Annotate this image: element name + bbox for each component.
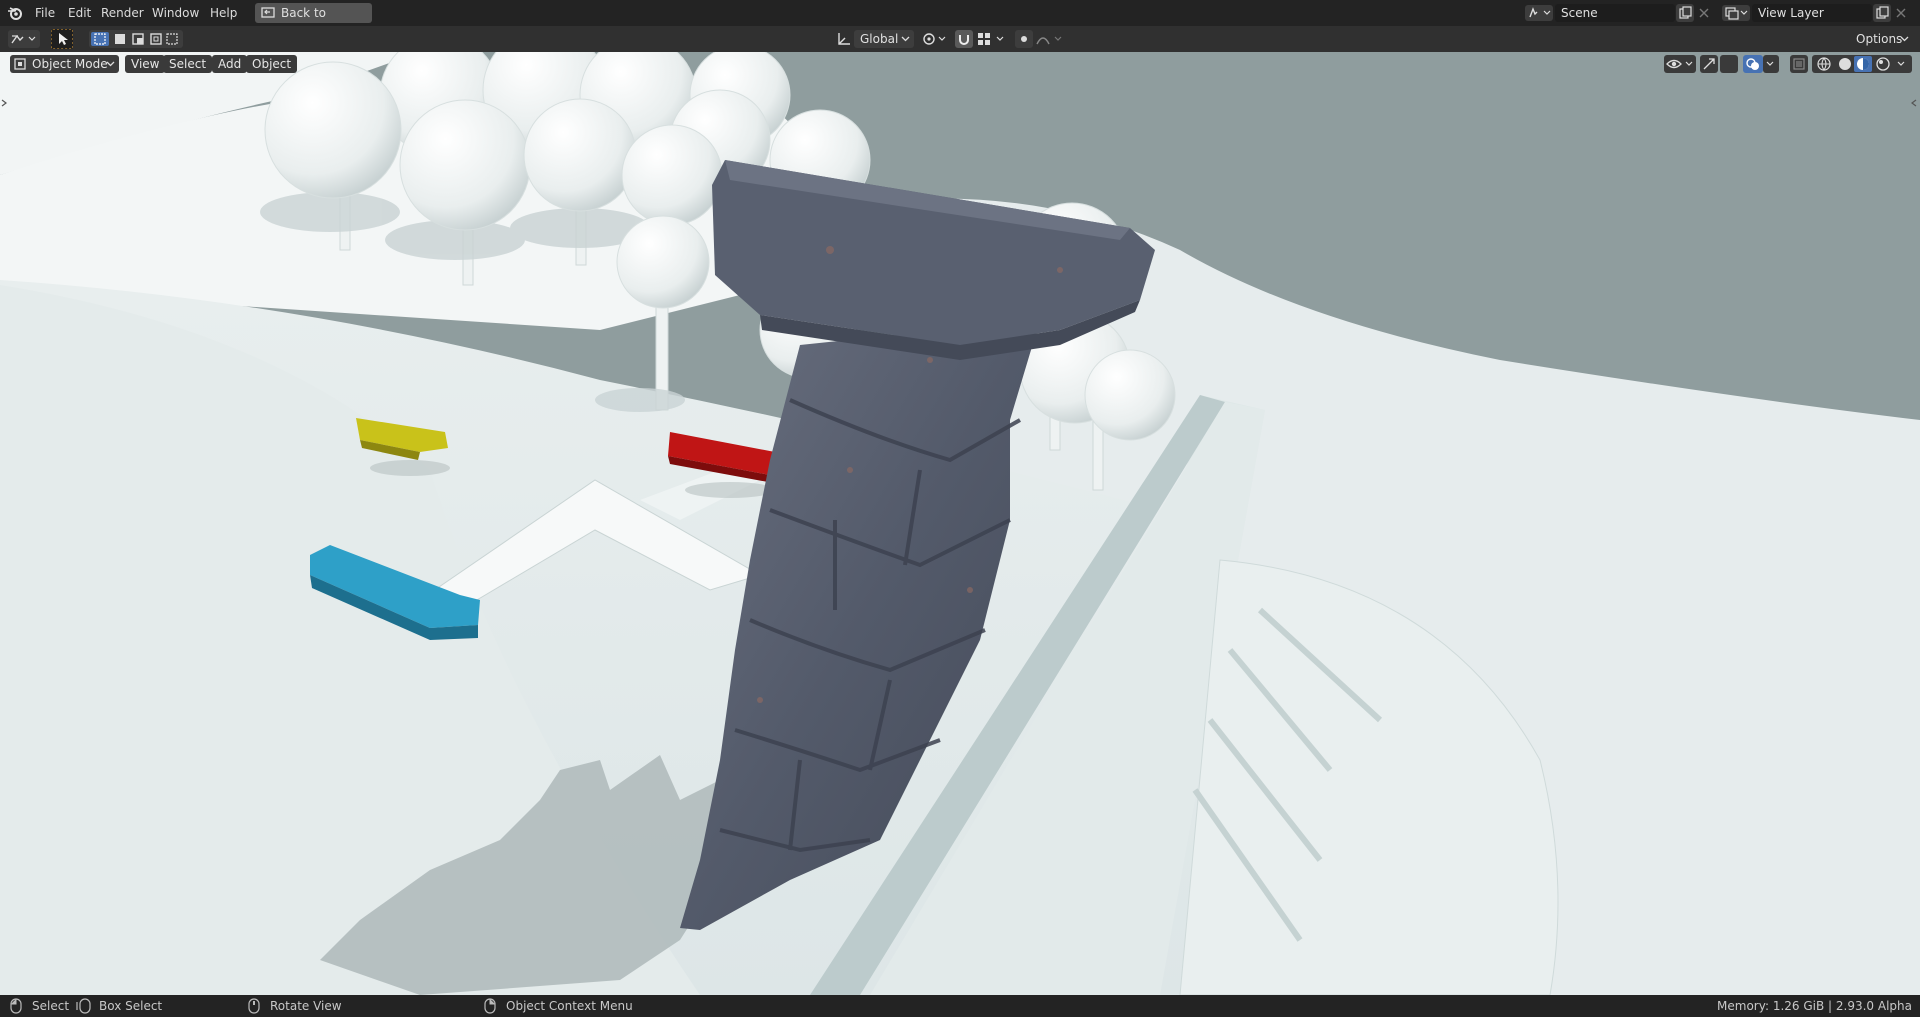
material-shading-icon xyxy=(1857,58,1869,70)
new-view-layer-icon[interactable] xyxy=(1873,4,1891,22)
delete-scene-icon[interactable] xyxy=(1698,7,1710,19)
editor-type-icon[interactable] xyxy=(8,30,40,48)
snap-target-icon[interactable] xyxy=(975,30,1007,48)
menu-file[interactable]: File xyxy=(30,4,60,22)
mouse-middle-icon xyxy=(248,998,260,1014)
falloff-icon[interactable] xyxy=(1035,30,1065,48)
select-cursor-icon[interactable] xyxy=(51,29,73,49)
chevron-down-icon xyxy=(901,36,910,42)
overlay-icon[interactable] xyxy=(1743,55,1779,73)
object-mode-icon xyxy=(14,58,26,70)
menu-window[interactable]: Window xyxy=(147,4,204,22)
chevron-down-icon xyxy=(106,61,115,67)
viewport-scene[interactable] xyxy=(0,52,1920,995)
scene-name-field[interactable]: Scene xyxy=(1555,4,1675,22)
mouse-drag-icon xyxy=(76,998,91,1014)
snap-magnet-icon[interactable] xyxy=(955,30,973,48)
object-menu[interactable]: Object xyxy=(246,55,298,73)
3d-viewport[interactable]: Object Mode View Select Add Object xyxy=(0,52,1920,995)
transform-orientation-select[interactable]: Global xyxy=(854,30,914,48)
status-context-menu: Object Context Menu xyxy=(506,999,633,1013)
toolbar-toggle-icon[interactable] xyxy=(0,98,8,108)
sidebar-toggle-icon[interactable] xyxy=(1910,98,1918,108)
select-menu[interactable]: Select xyxy=(163,55,213,73)
visibility-icon[interactable] xyxy=(1664,55,1696,73)
view-layer-name-field[interactable]: View Layer xyxy=(1752,4,1872,22)
add-menu[interactable]: Add xyxy=(212,55,248,73)
mouse-left-icon xyxy=(10,998,22,1014)
new-scene-icon[interactable] xyxy=(1676,4,1694,22)
options-dropdown[interactable]: Options xyxy=(1850,30,1912,48)
object-mode-select[interactable]: Object Mode xyxy=(10,55,119,73)
status-bar: Select Box Select Rotate View Object Con… xyxy=(0,995,1920,1017)
gizmo-icon[interactable] xyxy=(1700,55,1738,73)
menu-edit[interactable]: Edit xyxy=(63,4,96,22)
status-select: Select xyxy=(32,999,70,1013)
top-bar: File Edit Render Window Help Back to Pre… xyxy=(0,0,1920,40)
transform-orientation-value: Global xyxy=(860,32,899,46)
proportional-edit-icon[interactable] xyxy=(1015,30,1033,48)
chevron-down-icon xyxy=(1900,36,1909,42)
status-rotate-view: Rotate View xyxy=(270,999,342,1013)
options-label: Options xyxy=(1856,32,1903,46)
delete-view-layer-icon[interactable] xyxy=(1895,7,1907,19)
back-to-previous-button[interactable]: Back to Previous xyxy=(255,3,372,40)
screen-back-icon xyxy=(261,7,275,18)
xray-icon[interactable] xyxy=(1790,55,1808,73)
menu-render[interactable]: Render xyxy=(96,4,149,22)
tool-settings-bar: Global Options xyxy=(0,26,1920,52)
status-box-select: Box Select xyxy=(99,999,163,1013)
view-menu[interactable]: View xyxy=(125,55,166,73)
blender-logo-icon[interactable] xyxy=(7,5,23,21)
object-mode-label: Object Mode xyxy=(32,57,108,71)
menu-help[interactable]: Help xyxy=(205,4,242,22)
select-box-modes-icon[interactable] xyxy=(89,30,183,48)
pivot-point-icon[interactable] xyxy=(920,30,950,48)
mouse-right-icon xyxy=(484,998,496,1014)
solid-shading-icon xyxy=(1839,58,1851,70)
scene-browse-icon[interactable] xyxy=(1525,5,1553,21)
view-layer-browse-icon[interactable] xyxy=(1722,5,1750,21)
transform-orientation-icon xyxy=(838,33,850,45)
shading-modes-icon[interactable] xyxy=(1812,55,1912,73)
status-info: Memory: 1.26 GiB | 2.93.0 Alpha xyxy=(1717,999,1912,1013)
